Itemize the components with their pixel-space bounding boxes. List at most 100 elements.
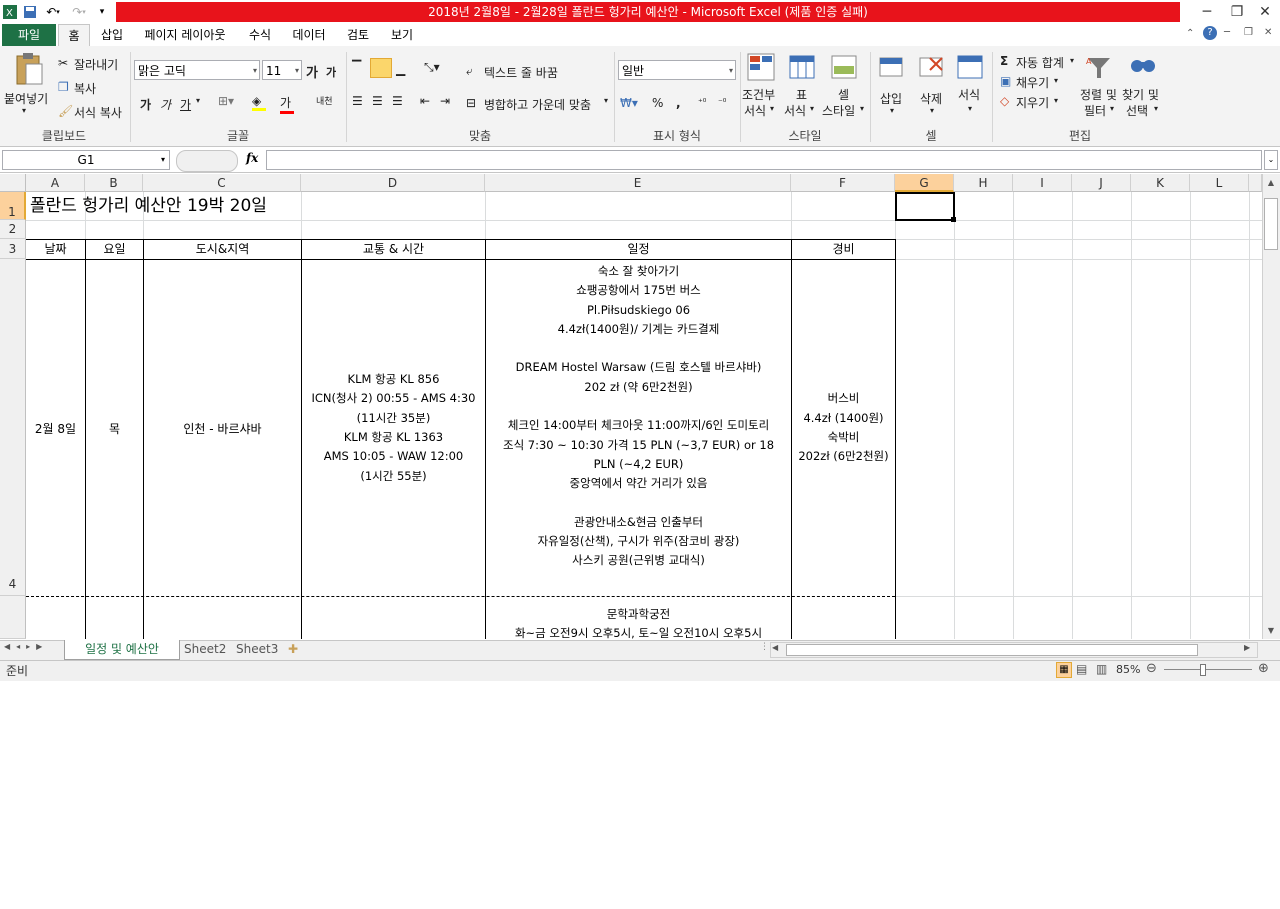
format-painter-button[interactable]: 서식 복사	[74, 104, 122, 121]
sort-filter-icon[interactable]: A	[1084, 52, 1114, 82]
zoom-out-icon[interactable]: ⊖	[1146, 661, 1157, 676]
underline-dropdown-icon[interactable]: ▾	[196, 96, 200, 105]
phonetic-button[interactable]: 내천	[316, 94, 333, 107]
font-size-combo[interactable]: 11 ▾	[262, 60, 302, 80]
font-color-button[interactable]: 가	[280, 94, 294, 114]
header-day[interactable]: 요일	[86, 240, 143, 259]
row-header-4[interactable]: 4	[0, 259, 26, 596]
insert-dropdown-icon[interactable]: ▾	[890, 106, 894, 115]
formula-input[interactable]	[266, 150, 1262, 170]
cell-schedule[interactable]: 숙소 잘 찾아가기 쇼팽공항에서 175번 버스 Pl.Piłsudskiego…	[486, 262, 791, 596]
increase-indent-icon[interactable]: ⇥	[440, 94, 450, 108]
zoom-in-icon[interactable]: ⊕	[1258, 661, 1269, 676]
number-format-combo[interactable]: 일반 ▾	[618, 60, 736, 80]
fill-dropdown-icon[interactable]: ▾	[1054, 76, 1058, 85]
column-header-d[interactable]: D	[301, 174, 485, 192]
autosum-icon[interactable]: Σ	[1000, 54, 1008, 68]
scroll-down-icon[interactable]: ▼	[1264, 624, 1278, 638]
clear-dropdown-icon[interactable]: ▾	[1054, 96, 1058, 105]
close-icon[interactable]: ✕	[1250, 0, 1280, 24]
tab-review[interactable]: 검토	[342, 24, 374, 46]
currency-icon[interactable]: ₩▾	[620, 96, 638, 110]
paste-dropdown-icon[interactable]: ▾	[22, 106, 26, 115]
find-select-button[interactable]: 찾기 및	[1122, 86, 1159, 103]
customize-qat-icon[interactable]: ▾	[94, 4, 110, 20]
restore-icon[interactable]: ❐	[1222, 0, 1252, 24]
ribbon-collapse-icon[interactable]: ⌃	[1186, 28, 1194, 39]
format-table-button[interactable]: 표	[796, 86, 807, 103]
scroll-right-icon[interactable]: ▶	[1244, 643, 1250, 652]
shrink-font-button[interactable]: 가	[326, 64, 336, 80]
increase-decimal-icon[interactable]: ⁺⁰	[698, 98, 706, 108]
cut-button[interactable]: 잘라내기	[74, 56, 118, 73]
header-city[interactable]: 도시&지역	[144, 240, 301, 259]
delete-cells-button[interactable]: 삭제	[920, 90, 942, 107]
format-table-dropdown-icon[interactable]: ▾	[810, 104, 814, 113]
insert-function-button[interactable]: fx	[246, 151, 258, 165]
sheet-nav-icons[interactable]: ◀◂▸▶	[4, 642, 48, 651]
fill-button[interactable]: 채우기	[1016, 74, 1049, 91]
align-top-icon[interactable]: ▔	[352, 60, 361, 74]
cell-styles-icon[interactable]	[830, 52, 860, 82]
align-center-icon[interactable]: ☰	[372, 94, 383, 108]
format-table-icon[interactable]	[788, 52, 818, 82]
borders-icon[interactable]: ⊞▾	[218, 94, 234, 108]
vertical-scroll-thumb[interactable]	[1264, 198, 1278, 250]
tab-page-layout[interactable]: 페이지 레이아웃	[138, 24, 232, 46]
header-schedule[interactable]: 일정	[486, 240, 791, 259]
orientation-icon[interactable]: ⤡▾	[424, 60, 440, 75]
clear-button[interactable]: 지우기	[1016, 94, 1049, 111]
cell-styles-dropdown-icon[interactable]: ▾	[860, 104, 864, 113]
insert-sheet-icon[interactable]: ✚	[288, 640, 304, 659]
tab-file[interactable]: 파일	[2, 24, 56, 46]
copy-button[interactable]: 복사	[74, 80, 96, 97]
zoom-slider-track[interactable]	[1164, 669, 1252, 670]
column-header-b[interactable]: B	[85, 174, 143, 192]
align-right-icon[interactable]: ☰	[392, 94, 403, 108]
row-header-3[interactable]: 3	[0, 239, 26, 259]
column-header-e[interactable]: E	[485, 174, 791, 192]
scroll-left-icon[interactable]: ◀	[772, 643, 778, 652]
format-dropdown-icon[interactable]: ▾	[968, 104, 972, 113]
doc-close-icon[interactable]: ✕	[1264, 27, 1272, 38]
header-transport[interactable]: 교통 & 시간	[302, 240, 485, 259]
sheet-tab-sheet2[interactable]: Sheet2	[184, 640, 230, 659]
page-break-view-icon[interactable]: ▥	[1096, 662, 1107, 676]
decrease-decimal-icon[interactable]: ⁻⁰	[718, 98, 726, 108]
cell-cost[interactable]: 버스비 4.4zł (1400원) 숙박비 202zł (6만2천원)	[792, 260, 895, 596]
conditional-format-icon[interactable]	[746, 52, 776, 82]
column-header-h[interactable]: H	[954, 174, 1013, 192]
normal-view-icon[interactable]: ▦	[1056, 662, 1072, 678]
select-all-corner[interactable]	[0, 174, 26, 192]
merge-icon[interactable]: ⊟	[466, 96, 476, 110]
undo-icon[interactable]: ↶ ▾	[42, 4, 64, 20]
save-icon[interactable]	[22, 4, 38, 20]
row-header-1[interactable]: 1	[0, 192, 26, 220]
sheet-tab-sheet3[interactable]: Sheet3	[236, 640, 282, 659]
row-header-2[interactable]: 2	[0, 220, 26, 239]
column-header-g[interactable]: G	[895, 174, 954, 192]
insert-cells-icon[interactable]	[878, 52, 908, 82]
insert-cells-button[interactable]: 삽입	[880, 90, 902, 107]
format-cells-icon[interactable]	[956, 52, 986, 82]
align-bottom-icon[interactable]: ▁	[396, 62, 405, 76]
paste-icon[interactable]	[14, 52, 44, 85]
zoom-slider-thumb[interactable]	[1200, 664, 1206, 676]
merge-dropdown-icon[interactable]: ▾	[604, 96, 608, 105]
header-cost[interactable]: 경비	[792, 240, 895, 259]
format-painter-icon[interactable]: 🖌	[58, 104, 73, 118]
copy-icon[interactable]: ❐	[58, 80, 69, 94]
delete-cells-icon[interactable]	[918, 52, 948, 82]
grow-font-button[interactable]: 가	[306, 62, 318, 81]
comma-button[interactable]: ,	[676, 96, 681, 110]
cell-city[interactable]: 인천 - 바르샤바	[144, 260, 301, 596]
column-header-k[interactable]: K	[1131, 174, 1190, 192]
column-header-c[interactable]: C	[143, 174, 301, 192]
format-cells-button[interactable]: 서식	[958, 86, 980, 103]
decrease-indent-icon[interactable]: ⇤	[420, 94, 430, 108]
horizontal-scroll-thumb[interactable]	[786, 644, 1198, 656]
column-header-i[interactable]: I	[1013, 174, 1072, 192]
italic-button[interactable]: 가	[160, 96, 171, 113]
sheet-tab-schedule[interactable]: 일정 및 예산안	[64, 640, 180, 660]
column-header-a[interactable]: A	[26, 174, 85, 192]
